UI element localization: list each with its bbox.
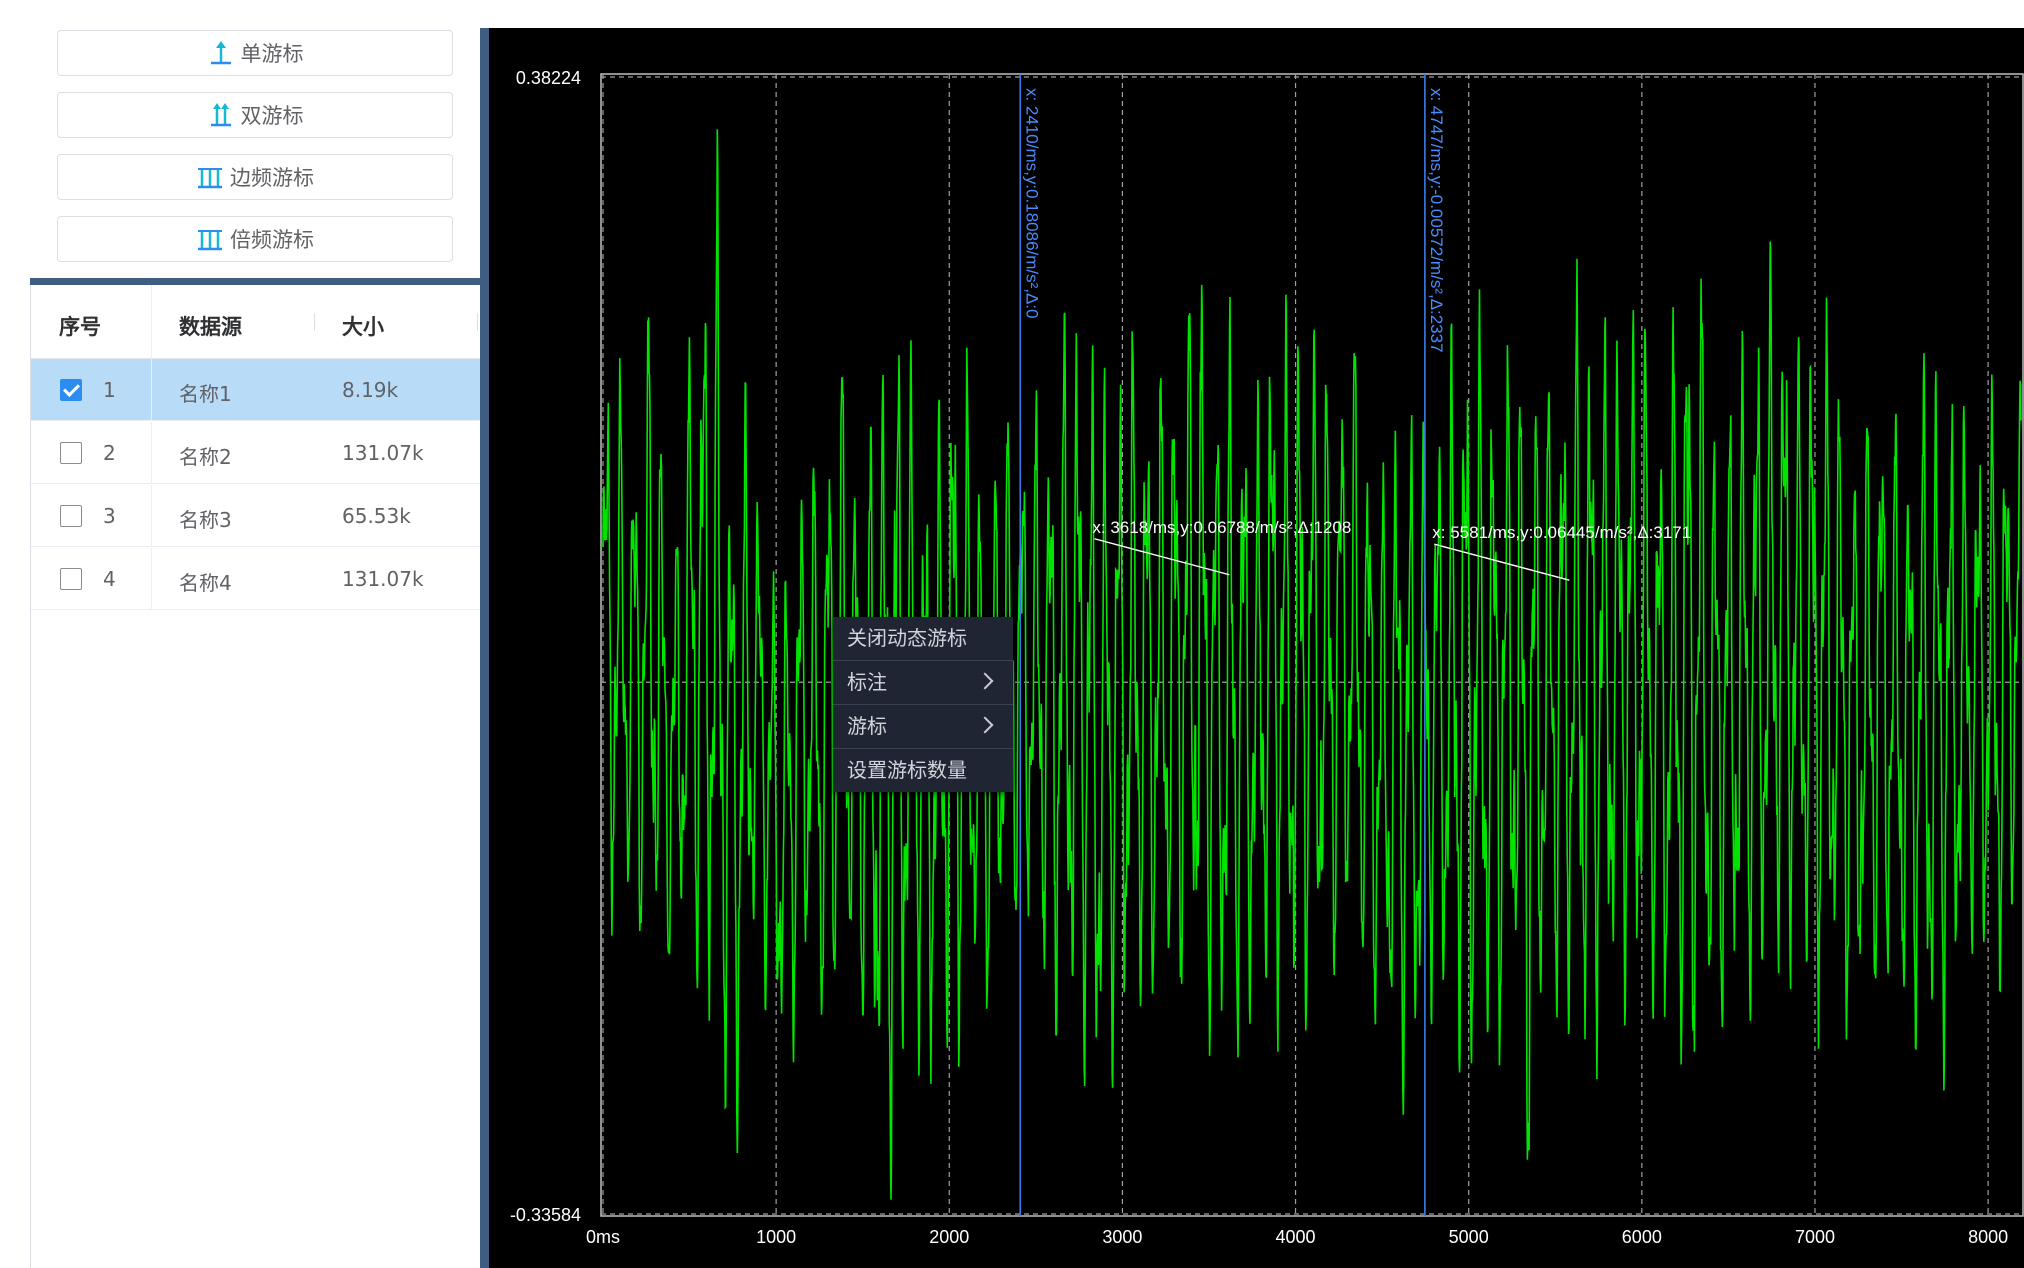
x-tick-label: 4000 — [1276, 1227, 1316, 1247]
row-index: 4 — [103, 567, 116, 591]
x-tick-label: 7000 — [1795, 1227, 1835, 1247]
harmonic-cursor-label: 倍频游标 — [230, 228, 314, 252]
table-row[interactable]: 3 名称3 65.53k — [31, 485, 480, 547]
annotation-leader — [1434, 543, 1570, 581]
y-tick-label: -0.33584 — [510, 1205, 581, 1225]
harmonic-cursor-icon — [198, 230, 222, 251]
row-size: 8.19k — [342, 378, 399, 402]
double-cursor-label: 双游标 — [240, 104, 304, 128]
annotation-label: x: 5581/ms,y:0.06445/m/s²,Δ:3171 — [1432, 523, 1691, 542]
menu-item-label: 游标 — [847, 714, 887, 738]
waveform-chart[interactable]: 0.38224 -0.33584 0ms 1000 2000 3000 4000 5000 60… — [489, 28, 2024, 1268]
y-tick-label: 0.38224 — [516, 68, 581, 88]
row-index: 1 — [103, 378, 116, 402]
row-checkbox[interactable] — [60, 568, 82, 590]
column-header-source: 数据源 — [179, 315, 242, 339]
x-tick-label: 0ms — [586, 1227, 620, 1247]
menu-item-cursor[interactable]: 游标 — [833, 705, 1013, 749]
panel-divider — [30, 278, 480, 285]
row-index: 2 — [103, 441, 116, 465]
menu-item-label: 关闭动态游标 — [847, 626, 967, 650]
x-tick-label: 3000 — [1102, 1227, 1142, 1247]
row-checkbox[interactable] — [60, 505, 82, 527]
single-cursor-button[interactable]: 单游标 — [57, 30, 453, 76]
row-source: 名称4 — [179, 571, 232, 595]
table-row[interactable]: 4 名称4 131.07k — [31, 548, 480, 610]
x-tick-label: 8000 — [1968, 1227, 2008, 1247]
row-index: 3 — [103, 504, 116, 528]
menu-item-set-cursor-count[interactable]: 设置游标数量 — [833, 749, 1013, 792]
table-header: 序号 数据源 大小 — [31, 285, 480, 359]
menu-item-close-dynamic-cursor[interactable]: 关闭动态游标 — [833, 617, 1013, 661]
table-row[interactable]: 2 名称2 131.07k — [31, 422, 480, 484]
waveform-trace — [602, 129, 2022, 1200]
x-tick-label: 2000 — [929, 1227, 969, 1247]
x-tick-label: 6000 — [1622, 1227, 1662, 1247]
double-cursor-button[interactable]: 双游标 — [57, 92, 453, 138]
row-source: 名称1 — [179, 382, 232, 406]
chart-svg[interactable]: 0.38224 -0.335840ms 1000 2000 3000 4000 5000 60… — [489, 28, 2024, 1268]
row-source: 名称3 — [179, 508, 232, 532]
column-header-index: 序号 — [59, 315, 101, 339]
left-panel: 单游标 双游标 边频游标 倍频游标 序号 数据源 大小 1 名称1 8.19k … — [0, 0, 480, 1268]
panel-splitter[interactable] — [480, 28, 489, 1268]
sideband-cursor-button[interactable]: 边频游标 — [57, 154, 453, 200]
sideband-cursor-icon — [198, 168, 222, 189]
chevron-right-icon — [976, 716, 994, 734]
row-source: 名称2 — [179, 445, 232, 469]
cursor-label: x: 4747/ms,y:-0.00572/m/s²,Δ:2337 — [1427, 88, 1446, 353]
x-tick-label: 1000 — [756, 1227, 796, 1247]
data-source-table: 序号 数据源 大小 1 名称1 8.19k 2 名称2 131.07k 3 名称… — [30, 285, 480, 1268]
annotation-label: x: 3618/ms,y:0.06788/m/s²,Δ:1208 — [1092, 518, 1351, 537]
row-size: 65.53k — [342, 504, 411, 528]
row-size: 131.07k — [342, 441, 424, 465]
row-checkbox[interactable] — [60, 442, 82, 464]
column-header-size: 大小 — [342, 315, 384, 339]
chevron-right-icon — [976, 672, 994, 690]
annotation-leader — [1094, 538, 1230, 576]
row-size: 131.07k — [342, 567, 424, 591]
single-cursor-label: 单游标 — [240, 42, 304, 66]
cursor-label: x: 2410/ms,y:0.18086/m/s²,Δ:0 — [1022, 88, 1041, 319]
x-tick-label: 5000 — [1449, 1227, 1489, 1247]
double-cursor-icon — [210, 103, 231, 127]
menu-item-label: 设置游标数量 — [847, 758, 967, 782]
harmonic-cursor-button[interactable]: 倍频游标 — [57, 216, 453, 262]
menu-item-annotate[interactable]: 标注 — [833, 661, 1013, 705]
menu-item-label: 标注 — [847, 670, 887, 694]
row-checkbox[interactable] — [60, 379, 82, 401]
context-menu: 关闭动态游标 标注 游标 设置游标数量 — [833, 617, 1013, 792]
table-row[interactable]: 1 名称1 8.19k — [31, 359, 480, 421]
sideband-cursor-label: 边频游标 — [230, 166, 314, 190]
plot-frame — [600, 73, 2024, 1217]
single-cursor-icon — [210, 41, 231, 65]
